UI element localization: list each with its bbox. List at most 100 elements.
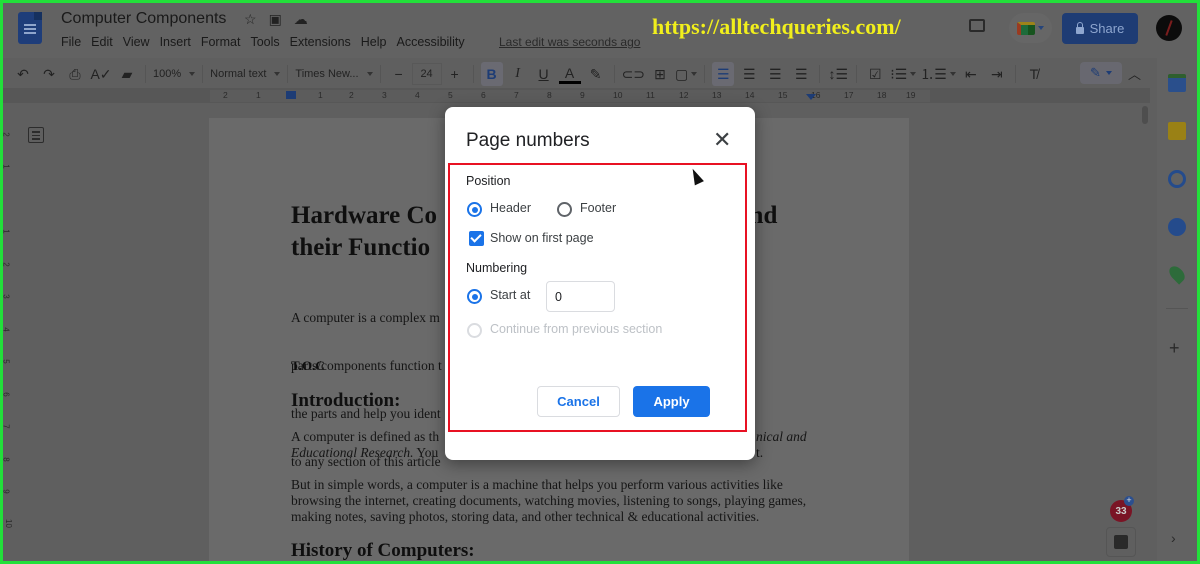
show-first-page-label[interactable]: Show on first page [490,231,594,245]
increase-indent-icon[interactable]: ⇥ [986,62,1008,86]
zoom-value: 100% [153,68,182,80]
calendar-icon[interactable] [1168,74,1186,92]
menu-bar: File Edit View Insert Format Tools Exten… [61,35,475,49]
insert-image-icon[interactable]: ▢ [675,62,698,86]
close-icon[interactable]: ✕ [713,129,731,151]
divider [704,65,706,83]
paint-format-icon[interactable]: ▰ [116,62,138,86]
menu-edit[interactable]: Edit [91,35,113,49]
menu-format[interactable]: Format [201,35,241,49]
text-line: But in simple words, a computer is a mac… [291,477,783,492]
ruler-mark: 2 [223,90,228,100]
align-left-icon[interactable]: ☰ [712,62,735,86]
highlight-color-icon[interactable]: ✎ [585,62,607,86]
decrease-indent-icon[interactable]: ⇤ [960,62,982,86]
ruler-mark: 6 [481,90,486,100]
share-button[interactable]: Share [1062,13,1138,44]
show-first-page-checkbox[interactable] [469,231,484,246]
ruler-mark: 1 [256,90,261,100]
divider [613,65,615,83]
bold-button[interactable]: B [480,62,503,86]
menu-tools[interactable]: Tools [250,35,279,49]
explore-button[interactable] [1106,527,1136,557]
apply-button[interactable]: Apply [633,386,710,417]
font-size-input[interactable]: 24 [411,63,442,85]
text-color-button[interactable]: A [558,64,581,84]
numbered-list-icon[interactable]: ⒈☰ [920,62,956,86]
text-line: making notes, saving photos, storing dat… [291,509,760,524]
cloud-saved-icon[interactable]: ☁ [294,11,308,28]
text-line: Educational Research. [291,445,414,460]
checklist-icon[interactable]: ☑ [864,62,886,86]
move-to-folder-icon[interactable]: ▣ [269,11,282,28]
star-icon[interactable]: ☆ [244,11,257,28]
header-radio[interactable] [467,202,482,217]
tasks-icon[interactable] [1168,170,1186,188]
add-addon-button[interactable]: + [1169,338,1180,359]
ruler-mark: 17 [844,90,854,100]
comments-icon[interactable] [969,19,985,32]
avatar[interactable] [1156,15,1182,41]
divider [856,65,858,83]
chevron-right-icon[interactable]: › [1171,530,1176,546]
style-select[interactable]: Normal text [210,62,281,86]
document-outline-icon[interactable] [28,127,44,143]
divider [1166,308,1188,309]
increase-font-size-button[interactable]: + [444,62,466,86]
footer-label[interactable]: Footer [580,201,616,215]
collapse-menus-icon[interactable]: ︿ [1128,64,1141,83]
start-at-label[interactable]: Start at [490,288,530,302]
cancel-button[interactable]: Cancel [537,386,620,417]
align-justify-icon[interactable]: ☰ [790,62,812,86]
left-indent-handle[interactable] [286,91,296,99]
right-indent-handle[interactable] [806,94,816,100]
align-center-icon[interactable]: ☰ [738,62,760,86]
ruler-mark: 10 [3,519,13,528]
header-label[interactable]: Header [490,201,531,215]
menu-view[interactable]: View [123,35,150,49]
undo-icon[interactable]: ↶ [12,62,34,86]
editing-mode-button[interactable]: ✎ [1080,62,1122,84]
meet-button[interactable] [1009,13,1052,43]
horizontal-ruler[interactable]: 2 1 1 2 3 4 5 6 7 8 9 10 11 12 13 14 15 16 17 18 19 [210,90,930,102]
zoom-select[interactable]: 100% [153,62,196,86]
top-bar: Computer Components ☆ ▣ ☁ File Edit View… [0,0,1200,58]
share-label: Share [1089,21,1125,36]
vertical-ruler[interactable]: 2 1 1 2 3 4 5 6 7 8 9 10 [1,100,13,560]
add-comment-icon[interactable]: ⊞ [649,62,671,86]
menu-insert[interactable]: Insert [160,35,191,49]
contacts-icon[interactable] [1168,218,1186,236]
decrease-font-size-button[interactable]: − [388,62,410,86]
print-icon[interactable]: ⎙ [64,62,86,86]
document-title[interactable]: Computer Components [61,10,226,28]
clear-formatting-icon[interactable]: T̸ [1023,62,1045,86]
menu-file[interactable]: File [61,35,81,49]
scrollbar[interactable] [1142,106,1148,124]
continue-radio[interactable] [467,323,482,338]
line-spacing-icon[interactable]: ↕☰ [827,62,849,86]
maps-icon[interactable] [1166,263,1188,285]
font-select[interactable]: Times New... [295,62,373,86]
menu-help[interactable]: Help [361,35,387,49]
last-edit-link[interactable]: Last edit was seconds ago [499,35,640,49]
spellcheck-icon[interactable]: A✓ [90,62,112,86]
ruler-mark: 3 [1,294,11,299]
redo-icon[interactable]: ↷ [38,62,60,86]
align-right-icon[interactable]: ☰ [764,62,786,86]
menu-accessibility[interactable]: Accessibility [397,35,465,49]
toc-label: T.O.C [291,358,325,373]
bulleted-list-icon[interactable]: ⁝☰ [890,62,917,86]
history-heading: History of Computers: [291,540,475,561]
ruler-mark: 13 [712,90,722,100]
continue-label: Continue from previous section [490,322,663,336]
keep-icon[interactable] [1168,122,1186,140]
start-at-radio[interactable] [467,289,482,304]
link-icon[interactable]: ⊂⊃ [622,62,645,86]
menu-extensions[interactable]: Extensions [290,35,351,49]
font-value: Times New... [295,68,359,80]
footer-radio[interactable] [557,202,572,217]
italic-button[interactable]: I [507,62,529,86]
start-at-input[interactable]: 0 [546,281,615,312]
underline-button[interactable]: U [533,62,555,86]
docs-logo-icon[interactable] [18,12,42,44]
